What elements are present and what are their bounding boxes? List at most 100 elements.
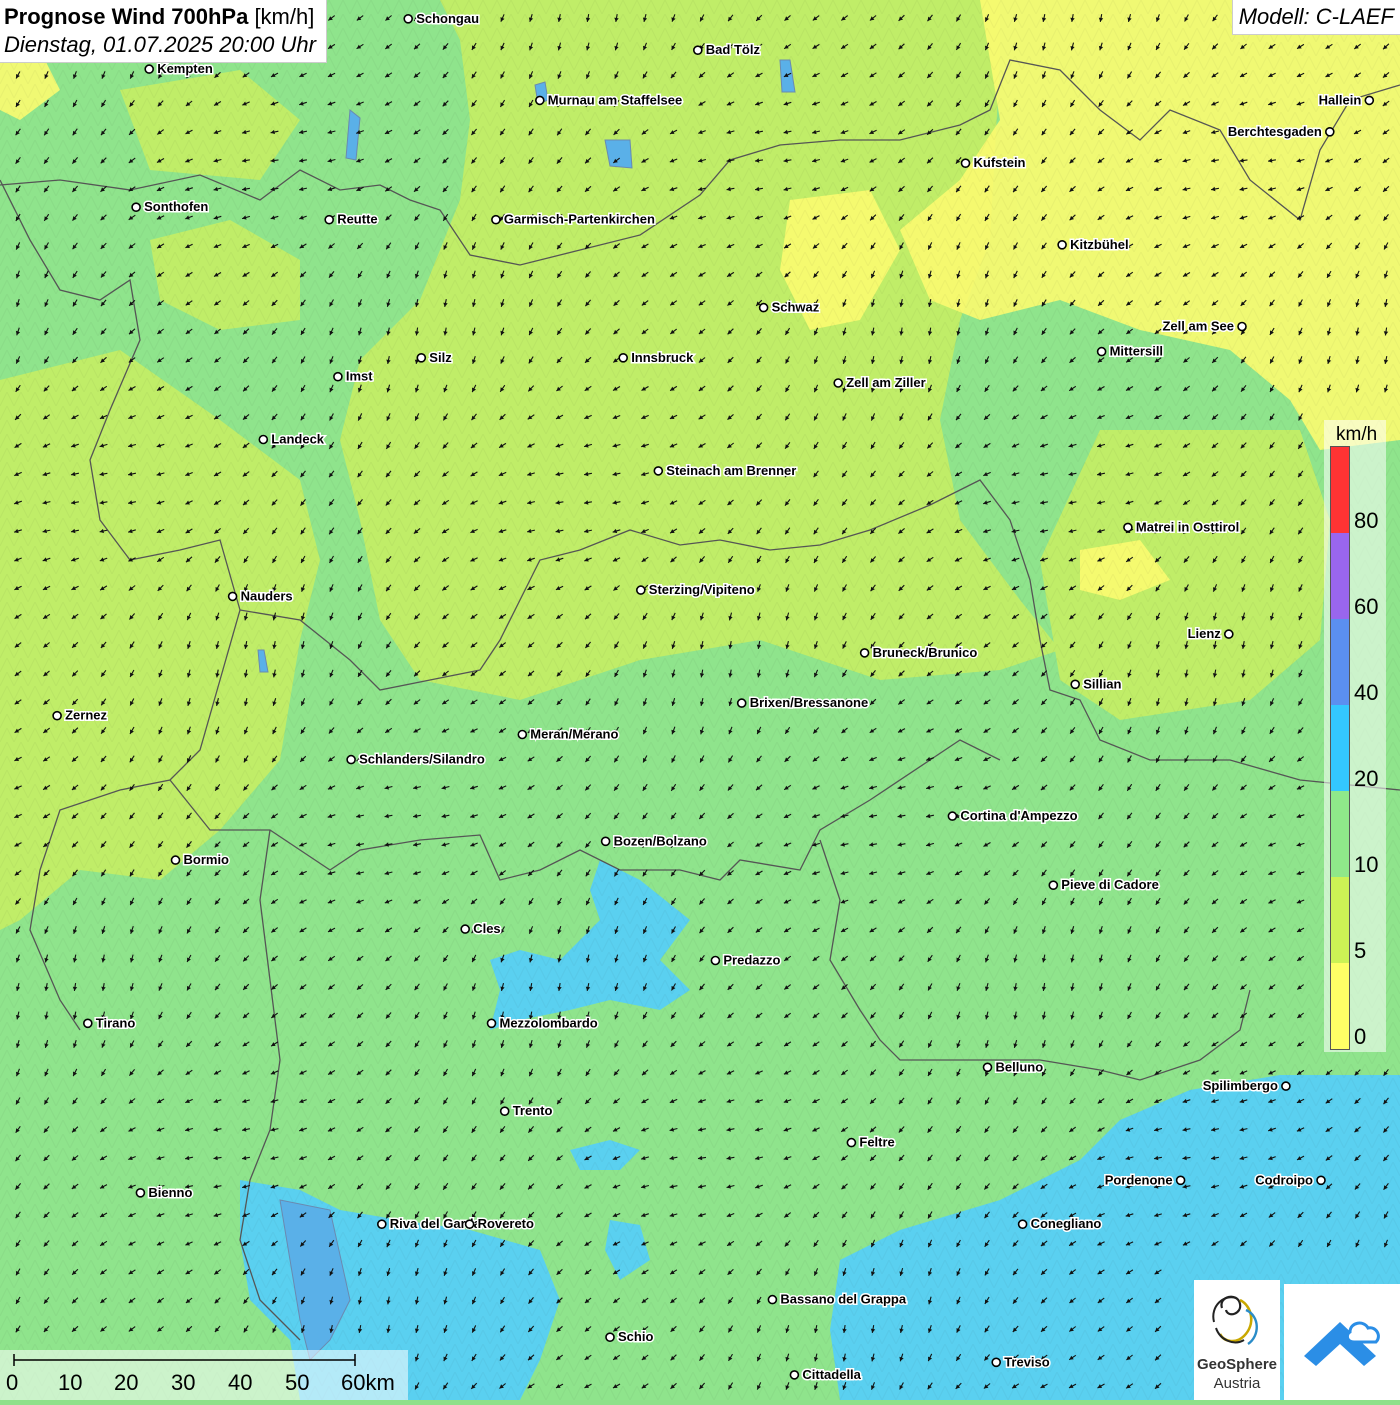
city-marker [947,811,958,821]
city-marker [789,1370,800,1380]
city-marker [83,1018,93,1029]
city-cortina-d-ampezzo: Cortina d'Ampezzo [947,807,1079,825]
city-berchtesgaden: Berchtesgaden [1226,122,1335,140]
city-marker [52,710,62,721]
color-legend: km/h 80 60 40 20 10 5 0 [1324,420,1386,1052]
city-marker [416,352,427,363]
city-label: Zell am Ziller [846,375,925,390]
page-title: Prognose Wind 700hPa [km/h] [4,4,316,30]
city-schongau: Schongau [403,9,481,27]
city-marker [635,585,646,595]
city-bruneck-brunico: Bruneck/Brunico [859,643,979,661]
scale-label-10: 10 [58,1370,83,1395]
city-label: Reutte [337,212,377,227]
legend-segment [1331,619,1349,705]
city-marker [736,698,747,708]
city-zell-am-ziller: Zell am Ziller [833,374,927,392]
city-brixen-bressanone: Brixen/Bressanone [736,694,870,712]
city-marker [605,1332,615,1342]
city-marker [144,64,154,74]
city-label: Bienno [148,1185,192,1200]
legend-label-60: 60 [1354,594,1379,619]
city-marker [1316,1175,1326,1186]
city-label: Rovereto [478,1216,534,1231]
city-label: Feltre [859,1135,894,1150]
cloud-mountain-icon [1304,1321,1380,1366]
city-marker [618,352,629,363]
city-garmisch-partenkirchen: Garmisch-Partenkirchen [491,210,656,228]
city-marker [227,591,238,602]
city-marker [346,754,356,765]
geosphere-logo[interactable]: GeoSphere Austria [1194,1280,1280,1400]
city-marker [859,648,870,658]
city-marker [403,13,414,24]
city-marker [1123,522,1133,533]
legend-label-40: 40 [1354,680,1379,705]
city-pieve-di-cadore: Pieve di Cadore [1048,876,1160,894]
city-marker [1048,880,1059,891]
city-innsbruck: Innsbruck [618,348,696,366]
city-spilimbergo: Spilimbergo [1201,1077,1291,1095]
city-zell-am-see: Zell am See [1161,317,1247,335]
city-label: Zell am See [1162,319,1234,334]
city-marker [1281,1081,1291,1091]
city-label: Pordenone [1105,1172,1173,1187]
city-conegliano: Conegliano [1017,1215,1103,1233]
city-label: Bruneck/Brunico [873,645,978,660]
legend-label-5: 5 [1354,938,1367,963]
city-label: Bozen/Bolzano [614,833,707,848]
city-sterzing-vipiteno: Sterzing/Vipiteno [635,581,756,599]
city-marker [486,1018,497,1029]
city-label: Mittersill [1110,344,1163,359]
city-marker [1237,321,1247,332]
city-marker [1364,95,1375,106]
city-label: Berchtesgaden [1228,124,1322,139]
city-label: Steinach am Brenner [666,463,796,478]
legend-label-10: 10 [1354,852,1379,877]
city-label: Codroipo [1255,1172,1313,1187]
legend-segment [1331,791,1349,877]
city-mezzolombardo: Mezzolombardo [486,1014,599,1032]
geosphere-logo-subtitle: Austria [1213,1375,1261,1392]
city-label: Meran/Merano [530,727,618,742]
city-marker [135,1188,146,1198]
title-box: Prognose Wind 700hPa [km/h] Dienstag, 01… [0,0,327,63]
city-schlanders-silandro: Schlanders/Silandro [346,750,486,768]
city-label: Nauders [241,588,293,603]
legend-label-0: 0 [1354,1024,1367,1049]
title-unit: [km/h] [254,4,315,29]
city-marker [758,302,769,313]
city-meran-merano: Meran/Merano [517,725,620,743]
legend-segment [1331,533,1349,619]
city-marker [460,924,471,934]
city-label: Kitzbühel [1070,237,1129,252]
weather-app-logo[interactable] [1284,1284,1400,1400]
city-label: Pieve di Cadore [1061,877,1159,892]
city-label: Cortina d'Ampezzo [960,808,1077,823]
city-marker [1057,240,1067,250]
city-marker [710,955,721,966]
city-marker [464,1219,475,1229]
city-marker [833,378,844,388]
legend-segment [1331,963,1349,1049]
city-label: Spilimbergo [1203,1078,1278,1093]
city-marker [333,371,343,382]
city-label: Schio [618,1329,653,1344]
legend-unit: km/h [1336,424,1378,445]
city-marker [491,214,501,225]
legend-segment [1331,705,1349,791]
city-marker [258,434,269,445]
city-label: Landeck [271,432,325,447]
city-bassano-del-grappa: Bassano del Grappa [767,1290,908,1308]
city-label: Matrei in Osttirol [1136,519,1239,534]
city-marker [982,1062,993,1073]
city-label: Hallein [1319,92,1362,107]
legend-segment [1331,877,1349,963]
legend-segment [1331,447,1349,533]
city-marker [324,214,335,225]
city-murnau-am-staffelsee: Murnau am Staffelsee [534,91,684,109]
geosphere-logo-name: GeoSphere [1196,1356,1278,1373]
city-marker [653,466,664,476]
city-marker [991,1357,1002,1368]
city-label: Imst [346,369,373,384]
